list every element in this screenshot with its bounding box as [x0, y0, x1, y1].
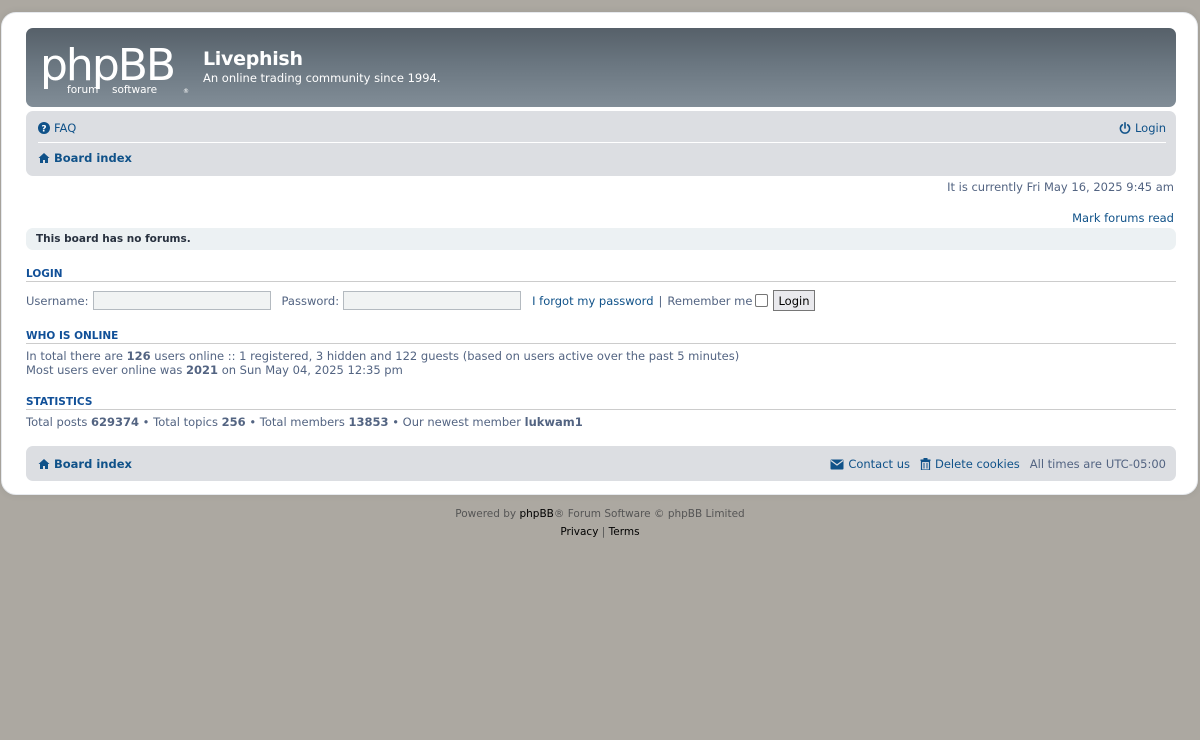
- username-label: Username:: [26, 293, 89, 308]
- privacy-link[interactable]: Privacy: [560, 526, 598, 538]
- svg-text:forum: forum: [67, 84, 98, 96]
- navbar: ? FAQ Login Board index: [26, 111, 1176, 176]
- login-section-title: LOGIN: [26, 268, 1176, 282]
- delete-cookies-link[interactable]: Delete cookies: [920, 457, 1020, 471]
- statistics-line: Total posts 629374 • Total topics 256 • …: [26, 415, 583, 429]
- login-separator: |: [658, 293, 663, 308]
- login-form: Username: Password: I forgot my password…: [26, 290, 815, 311]
- mark-forums-read-link[interactable]: Mark forums read: [1072, 211, 1174, 225]
- envelope-icon: [830, 459, 844, 469]
- faq-link[interactable]: ? FAQ: [38, 121, 76, 135]
- site-description: An online trading community since 1994.: [203, 71, 441, 85]
- logo-graphic: phpBB forum software ®: [40, 40, 189, 96]
- online-suffix: users online :: 1 registered, 3 hidden a…: [154, 349, 740, 363]
- newest-member-label: Our newest member: [402, 415, 521, 429]
- powered-prefix: Powered by: [455, 508, 517, 520]
- record-prefix: Most users ever online was: [26, 363, 183, 377]
- statistics-title: STATISTICS: [26, 396, 1176, 410]
- forgot-password-link[interactable]: I forgot my password: [532, 294, 653, 308]
- svg-text:software: software: [112, 84, 157, 96]
- site-header: phpBB forum software ® Livephish An onli…: [26, 28, 1176, 107]
- current-time: It is currently Fri May 16, 2025 9:45 am: [947, 180, 1174, 194]
- power-icon: [1119, 122, 1131, 134]
- svg-text:?: ?: [41, 125, 46, 135]
- phpbb-logo[interactable]: phpBB forum software ®: [40, 40, 190, 96]
- bullet: •: [142, 415, 150, 429]
- topics-label: Total topics: [153, 415, 218, 429]
- topics-value: 256: [221, 415, 246, 429]
- online-summary: In total there are 126 users online :: 1…: [26, 349, 739, 363]
- page-wrapper: phpBB forum software ® Livephish An onli…: [1, 12, 1198, 495]
- remember-me-checkbox[interactable]: [755, 294, 769, 307]
- legal-divider: |: [601, 526, 606, 538]
- newest-member-link[interactable]: lukwam1: [525, 415, 583, 429]
- phpbb-link[interactable]: phpBB: [519, 508, 553, 520]
- footer-board-index-label: Board index: [54, 457, 132, 471]
- home-icon: [38, 153, 50, 163]
- contact-us-label: Contact us: [848, 457, 910, 471]
- footer-navbar: Board index Contact us Delete cookies Al…: [26, 446, 1176, 481]
- timezone-value: UTC-05:00: [1105, 457, 1166, 471]
- members-label: Total members: [259, 415, 345, 429]
- board-index-label: Board index: [54, 151, 132, 165]
- powered-by: Powered by phpBB® Forum Software © phpBB…: [0, 508, 1200, 520]
- members-value: 13853: [348, 415, 389, 429]
- password-input[interactable]: [343, 291, 522, 310]
- posts-value: 629374: [91, 415, 140, 429]
- footer-board-index[interactable]: Board index: [38, 457, 132, 471]
- terms-link[interactable]: Terms: [609, 526, 640, 538]
- timezone-label: All times are: [1029, 457, 1102, 471]
- navbar-top-row: ? FAQ Login: [38, 111, 1166, 143]
- online-record: Most users ever online was 2021 on Sun M…: [26, 363, 403, 377]
- no-forums-notice: This board has no forums.: [26, 228, 1176, 250]
- online-prefix: In total there are: [26, 349, 123, 363]
- legal-links: Privacy | Terms: [0, 526, 1200, 538]
- login-label: Login: [1134, 121, 1166, 135]
- site-title: Livephish: [203, 48, 303, 70]
- trash-icon: [920, 458, 931, 470]
- login-button[interactable]: Login: [773, 290, 815, 311]
- question-circle-icon: ?: [38, 122, 50, 134]
- delete-cookies-label: Delete cookies: [935, 457, 1020, 471]
- online-total: 126: [126, 349, 151, 363]
- who-is-online-title: WHO IS ONLINE: [26, 330, 1176, 344]
- record-value: 2021: [186, 363, 219, 377]
- svg-text:®: ®: [183, 88, 189, 95]
- posts-label: Total posts: [26, 415, 88, 429]
- bullet: •: [249, 415, 257, 429]
- contact-us-link[interactable]: Contact us: [830, 457, 910, 471]
- bullet: •: [392, 415, 399, 429]
- record-suffix: on Sun May 04, 2025 12:35 pm: [221, 363, 403, 377]
- username-input[interactable]: [92, 291, 271, 310]
- breadcrumb-board-index[interactable]: Board index: [38, 151, 132, 165]
- login-link[interactable]: Login: [1119, 121, 1166, 135]
- faq-label: FAQ: [54, 121, 77, 135]
- home-icon: [38, 459, 50, 469]
- remember-me-label: Remember me: [667, 293, 753, 308]
- powered-suffix: ® Forum Software © phpBB Limited: [553, 508, 745, 520]
- password-label: Password:: [281, 293, 340, 308]
- footer-links: Contact us Delete cookies All times are …: [830, 457, 1166, 471]
